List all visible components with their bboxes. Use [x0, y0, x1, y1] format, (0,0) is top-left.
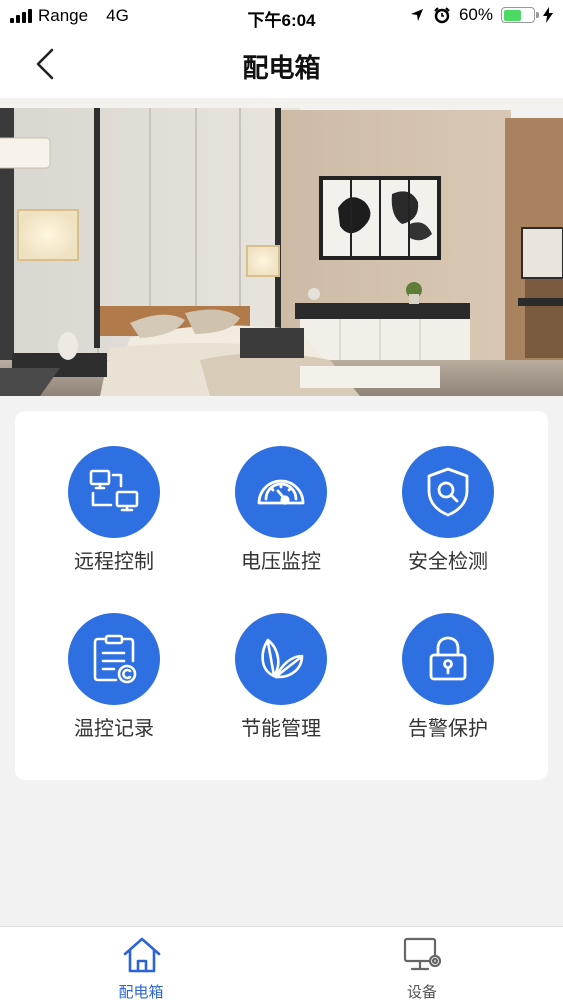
- menu-item-label: 远程控制: [74, 551, 154, 573]
- lock-icon: [429, 636, 467, 681]
- remote-control-icon: [89, 469, 139, 512]
- menu-item-circle: [68, 613, 160, 705]
- menu-item-circle: [235, 446, 327, 538]
- menu-item-security-check[interactable]: 安全检测: [363, 446, 533, 596]
- function-grid-card: 远程控制 电压监控 安全检测 温控记录 节能管理 告警保护: [15, 411, 548, 780]
- navigation-bar: 配电箱: [0, 32, 563, 98]
- status-bar: Range 4G 下午6:04 60%: [0, 0, 563, 32]
- alarm-clock-icon: [434, 7, 450, 24]
- menu-item-circle: [68, 446, 160, 538]
- battery-icon: [501, 7, 539, 23]
- hero-image: [0, 98, 563, 396]
- bedroom-photo: [0, 98, 563, 396]
- menu-item-label: 告警保护: [408, 718, 488, 740]
- menu-item-remote-control[interactable]: 远程控制: [29, 446, 199, 596]
- tab-label: 设备: [406, 984, 437, 1000]
- menu-item-circle: [235, 613, 327, 705]
- home-icon: [123, 937, 161, 973]
- device-settings-icon: [403, 937, 442, 971]
- page-title: 配电箱: [242, 53, 321, 83]
- tab-distribution-box[interactable]: 配电箱: [71, 927, 211, 1000]
- tab-label: 配电箱: [118, 984, 164, 1000]
- document-record-icon: [93, 634, 137, 684]
- charging-bolt-icon: [543, 7, 553, 23]
- menu-item-label: 电压监控: [241, 551, 321, 573]
- voltage-gauge-icon: [257, 479, 305, 505]
- leaf-icon: [261, 638, 304, 679]
- tab-devices[interactable]: 设备: [352, 927, 492, 1000]
- menu-item-circle: [402, 446, 494, 538]
- battery-percent: 60%: [458, 5, 493, 24]
- bottom-tab-bar: 配电箱 设备: [0, 926, 563, 1000]
- menu-item-energy-management[interactable]: 节能管理: [196, 613, 366, 763]
- menu-item-label: 安全检测: [408, 551, 488, 573]
- status-right: 60%: [409, 5, 553, 25]
- menu-item-voltage-monitor[interactable]: 电压监控: [196, 446, 366, 596]
- menu-item-circle: [402, 613, 494, 705]
- location-arrow-icon: [410, 9, 423, 21]
- menu-item-temperature-log[interactable]: 温控记录: [29, 613, 199, 763]
- menu-item-label: 温控记录: [74, 718, 154, 740]
- shield-search-icon: [427, 467, 469, 517]
- menu-item-alarm-protection[interactable]: 告警保护: [363, 613, 533, 763]
- menu-item-label: 节能管理: [241, 718, 321, 740]
